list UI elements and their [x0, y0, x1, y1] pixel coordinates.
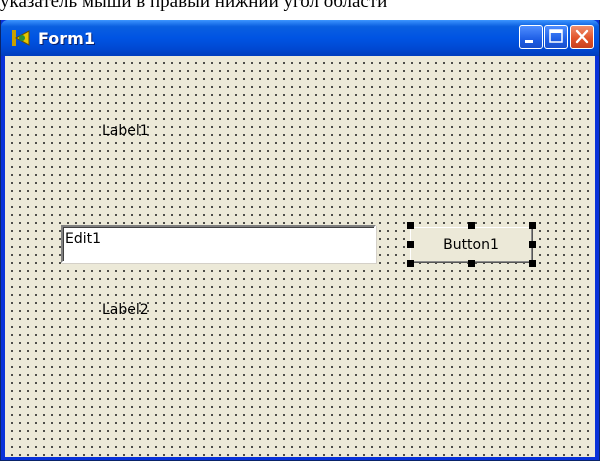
form-design-surface[interactable]: Label1 Edit1 Button1 Label2: [5, 56, 595, 457]
selection-handle-bottom-right[interactable]: [529, 260, 536, 267]
minimize-button[interactable]: [519, 25, 543, 49]
maximize-icon: [549, 29, 563, 43]
selection-handle-bottom-left[interactable]: [407, 260, 414, 267]
delphi-app-icon[interactable]: [11, 29, 31, 47]
selection-handle-bottom-center[interactable]: [468, 260, 475, 267]
window-title: Form1: [38, 29, 95, 48]
selection-handle-middle-left[interactable]: [407, 241, 414, 248]
label1[interactable]: Label1: [102, 123, 149, 139]
selection-handle-top-right[interactable]: [529, 222, 536, 229]
close-icon: [575, 29, 589, 44]
edit1-field[interactable]: Edit1: [61, 225, 376, 263]
selection-handle-top-center[interactable]: [468, 222, 475, 229]
top-caption: указатель мыши в правый нижний угол обла…: [0, 0, 388, 12]
form-window: Form1 Label1 Edit1 Button1 Label2: [0, 20, 600, 461]
close-button[interactable]: [570, 25, 594, 49]
button1[interactable]: Button1: [410, 227, 532, 262]
maximize-button[interactable]: [544, 25, 568, 49]
selection-handle-middle-right[interactable]: [529, 241, 536, 248]
label2[interactable]: Label2: [102, 302, 149, 318]
title-bar[interactable]: Form1: [1, 20, 599, 56]
minimize-icon: [525, 40, 533, 43]
selection-handle-top-left[interactable]: [407, 222, 414, 229]
